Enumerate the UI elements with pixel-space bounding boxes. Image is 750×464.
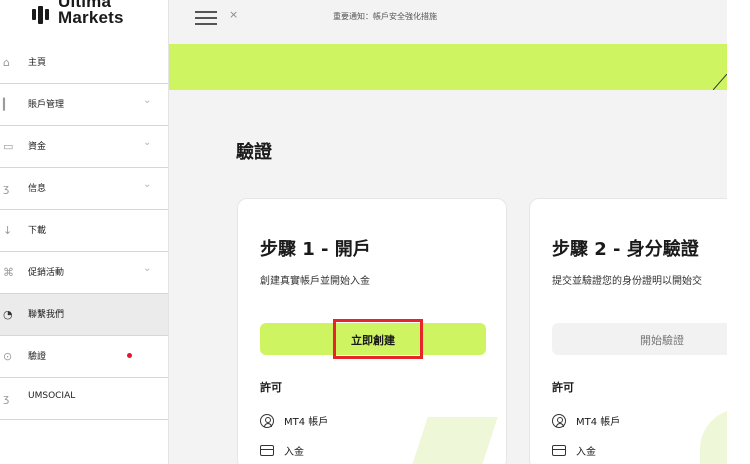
permissions-heading: 許可 [260, 381, 282, 394]
sidebar-item-download[interactable]: ↓ 下載 [0, 210, 168, 252]
chevron-down-icon: ⌄ [143, 95, 152, 106]
start-verification-button[interactable]: 開始驗證 [552, 323, 727, 355]
step-card-open-account: 步驟 1 - 開戶 創建真實帳戶並開始入金 立即創建 許可 MT4 帳戶 入金 [237, 198, 507, 464]
wallet-icon: ▭ [3, 140, 14, 153]
sidebar-item-umsocial[interactable]: ʒ UMSOCIAL [0, 378, 168, 420]
brand-logo[interactable]: Ultima Markets [32, 0, 162, 34]
sidebar-item-promotions[interactable]: ⌘ 促銷活動 ⌄ [0, 252, 168, 294]
brand-line-2: Markets [58, 8, 124, 27]
notification-dot [127, 353, 132, 358]
permission-mt4-account: MT4 帳戶 [260, 413, 328, 428]
permission-mt4-account: MT4 帳戶 [552, 413, 620, 428]
permission-label: MT4 帳戶 [284, 417, 329, 428]
start-verification-label: 開始驗證 [640, 335, 684, 347]
sidebar-item-contact-us[interactable]: ◔ 聯繫我們 [0, 294, 168, 336]
permission-label: 入金 [576, 447, 596, 458]
contact-icon: ◔ [3, 308, 13, 321]
sidebar-item-label: 主頁 [28, 58, 47, 68]
highlight-box [333, 319, 423, 359]
sidebar-item-label: 驗證 [28, 352, 47, 362]
sidebar-item-label: UMSOCIAL [28, 391, 76, 401]
card-description: 創建真實帳戶並開始入金 [260, 276, 370, 287]
card-decoration [408, 417, 498, 464]
sidebar-item-label: 下載 [28, 226, 47, 236]
permission-deposit: 入金 [260, 443, 304, 458]
sidebar-item-label: 資金 [28, 142, 47, 152]
sidebar-item-info[interactable]: ʒ 信息 ⌄ [0, 168, 168, 210]
step-card-identity-verification: 步驟 2 - 身分驗證 提交並驗證您的身份證明以開始交 開始驗證 許可 MT4 … [529, 198, 727, 464]
sidebar-nav: ⌂ 主頁 ▎ 賬戶管理 ⌄ ▭ 資金 ⌄ ʒ 信息 ⌄ ↓ 下載 ⌘ 促銷活動 … [0, 42, 168, 420]
sidebar-item-label: 促銷活動 [28, 268, 65, 278]
sidebar-item-label: 聯繫我們 [28, 310, 65, 320]
right-edge-area [727, 0, 750, 464]
permission-label: 入金 [284, 447, 304, 458]
brand-mark-icon [32, 6, 52, 24]
notice-text[interactable]: 重要通知：帳戶安全強化措施 [333, 11, 437, 22]
gift-icon: ⌘ [3, 266, 14, 279]
card-icon [552, 445, 566, 456]
card-title: 步驟 2 - 身分驗證 [552, 239, 699, 260]
hamburger-menu-icon[interactable] [195, 11, 217, 27]
social-icon: ʒ [3, 392, 10, 405]
chevron-down-icon: ⌄ [143, 263, 152, 274]
home-icon: ⌂ [3, 56, 10, 69]
user-icon [260, 413, 274, 428]
bar-chart-icon: ▎ [3, 98, 12, 111]
permission-label: MT4 帳戶 [576, 417, 621, 428]
close-icon[interactable]: × [229, 8, 238, 21]
user-icon [552, 413, 566, 428]
main-content: × 重要通知：帳戶安全強化措施 驗證 步驟 1 - 開戶 創建真實帳戶並開始入金… [169, 0, 727, 464]
sidebar-item-home[interactable]: ⌂ 主頁 [0, 42, 168, 84]
sidebar-item-label: 賬戶管理 [28, 100, 65, 110]
download-icon: ↓ [3, 224, 13, 237]
banner-decoration-icon [713, 74, 727, 90]
card-title: 步驟 1 - 開戶 [260, 239, 371, 260]
permissions-heading: 許可 [552, 381, 574, 394]
promo-banner [169, 44, 727, 90]
sidebar-item-account-management[interactable]: ▎ 賬戶管理 ⌄ [0, 84, 168, 126]
sidebar-item-verification[interactable]: ⊙ 驗證 [0, 336, 168, 378]
chevron-down-icon: ⌄ [143, 137, 152, 148]
verify-icon: ⊙ [3, 350, 13, 363]
card-decoration [700, 409, 727, 464]
permission-deposit: 入金 [552, 443, 596, 458]
brand-name: Ultima Markets [58, 0, 124, 26]
chevron-down-icon: ⌄ [143, 179, 152, 190]
top-bar: × 重要通知：帳戶安全強化措施 [169, 0, 727, 44]
sidebar-item-label: 信息 [28, 184, 47, 194]
sidebar: Ultima Markets ⌂ 主頁 ▎ 賬戶管理 ⌄ ▭ 資金 ⌄ ʒ 信息… [0, 0, 169, 464]
card-icon [260, 445, 274, 456]
info-icon: ʒ [3, 182, 10, 195]
card-description: 提交並驗證您的身份證明以開始交 [552, 276, 702, 287]
sidebar-item-funds[interactable]: ▭ 資金 ⌄ [0, 126, 168, 168]
page-title: 驗證 [236, 142, 272, 163]
